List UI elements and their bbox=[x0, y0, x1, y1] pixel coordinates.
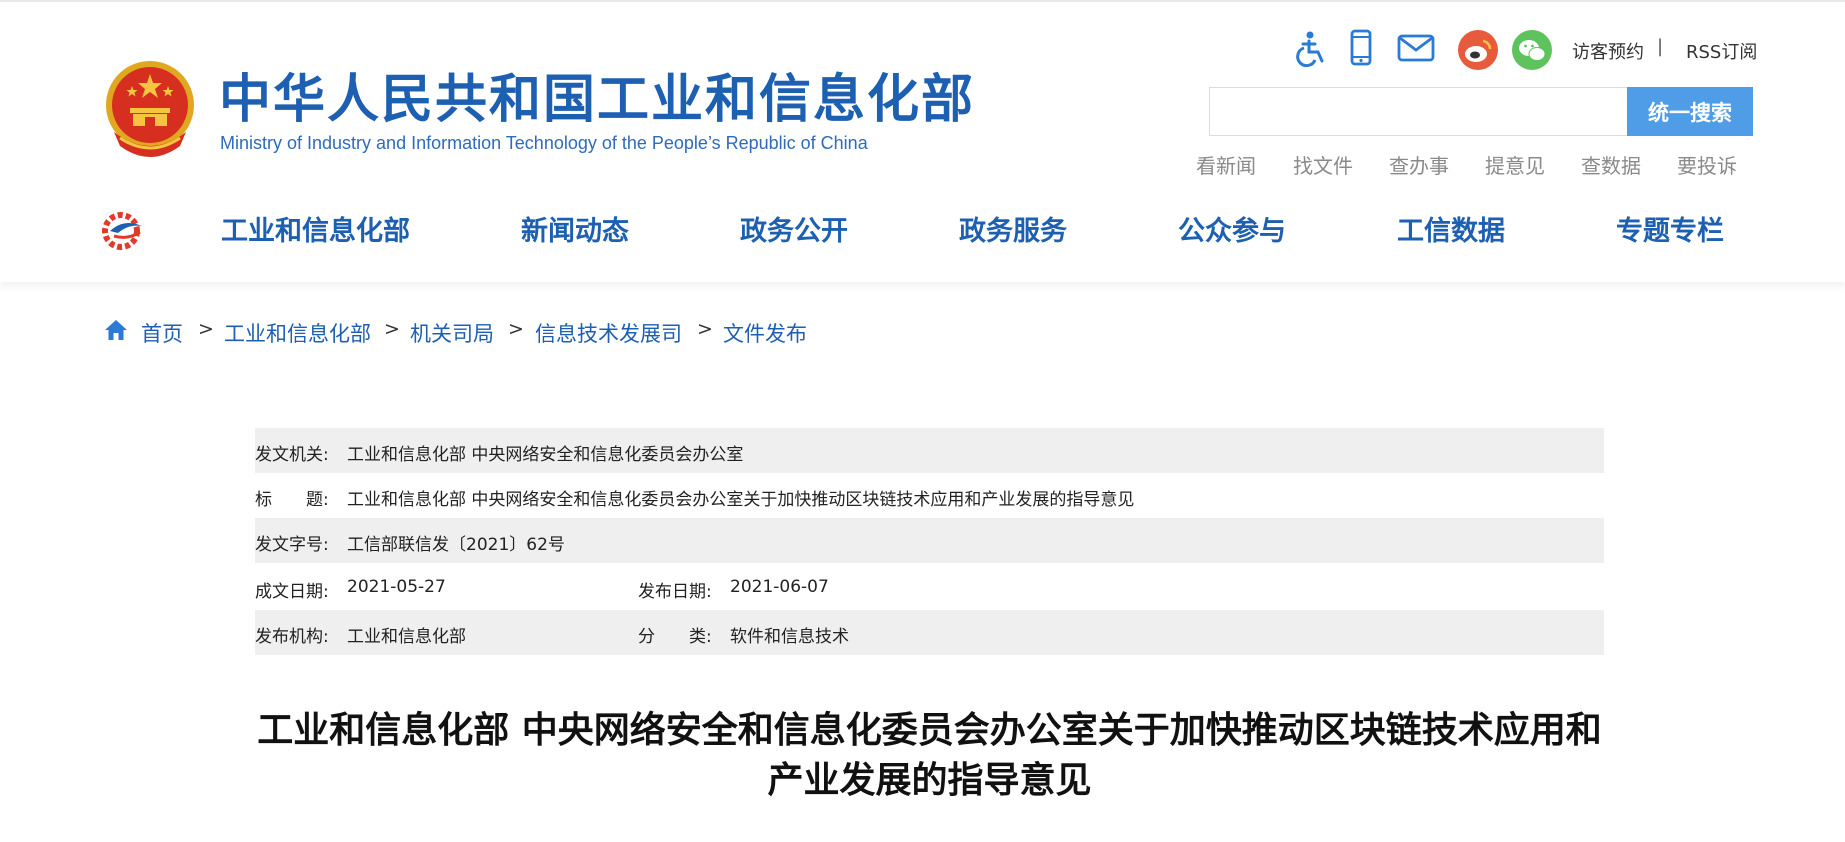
meta-label: 发布日期: bbox=[638, 582, 712, 602]
search-input[interactable] bbox=[1209, 87, 1627, 136]
meta-row-dates: 成文日期: 2021-05-27 发布日期: 2021-06-07 bbox=[255, 565, 1604, 610]
nav-item-services[interactable]: 政务服务 bbox=[959, 215, 1067, 249]
meta-label: 成文日期: bbox=[255, 582, 329, 602]
meta-value-published-date: 2021-06-07 bbox=[730, 577, 829, 597]
meta-label: 分 类: bbox=[638, 627, 712, 647]
ministry-logo-icon[interactable] bbox=[100, 210, 146, 252]
site-subtitle: Ministry of Industry and Information Tec… bbox=[220, 133, 868, 153]
mobile-icon[interactable] bbox=[1343, 28, 1379, 68]
meta-value-doc-number: 工信部联信发〔2021〕62号 bbox=[347, 535, 565, 555]
meta-label: 发布机构: bbox=[255, 627, 329, 647]
meta-row-issuer: 发文机关: 工业和信息化部 中央网络安全和信息化委员会办公室 bbox=[255, 428, 1604, 473]
meta-label: 发文机关: bbox=[255, 445, 329, 465]
document-title: 工业和信息化部 中央网络安全和信息化委员会办公室关于加快推动区块链技术应用和 产… bbox=[255, 706, 1604, 806]
mail-icon[interactable] bbox=[1396, 28, 1436, 68]
meta-row-doc-number: 发文字号: 工信部联信发〔2021〕62号 bbox=[255, 518, 1604, 563]
meta-row-title: 标 题: 工业和信息化部 中央网络安全和信息化委员会办公室关于加快推动区块链技术… bbox=[255, 473, 1604, 518]
quick-link-files[interactable]: 找文件 bbox=[1293, 150, 1353, 179]
breadcrumb-home[interactable]: 首页 bbox=[141, 318, 183, 348]
nav-item-participation[interactable]: 公众参与 bbox=[1178, 215, 1286, 249]
quick-link-complaints[interactable]: 要投诉 bbox=[1677, 150, 1737, 179]
national-emblem-icon[interactable] bbox=[100, 60, 200, 164]
quick-link-news[interactable]: 看新闻 bbox=[1196, 150, 1256, 179]
weibo-icon[interactable] bbox=[1458, 30, 1498, 70]
breadcrumb-separator: > bbox=[508, 318, 524, 340]
site-title[interactable]: 中华人民共和国工业和信息化部 bbox=[219, 72, 975, 128]
search-button[interactable]: 统一搜索 bbox=[1627, 87, 1753, 136]
breadcrumb-separator: > bbox=[697, 318, 713, 340]
meta-value-written-date: 2021-05-27 bbox=[347, 577, 446, 597]
meta-label: 发文字号: bbox=[255, 535, 329, 555]
meta-value-category: 软件和信息技术 bbox=[730, 627, 849, 647]
meta-value-title: 工业和信息化部 中央网络安全和信息化委员会办公室关于加快推动区块链技术应用和产业… bbox=[347, 490, 1135, 510]
nav-item-topics[interactable]: 专题专栏 bbox=[1616, 215, 1724, 249]
visitor-booking-link[interactable]: 访客预约 bbox=[1572, 38, 1644, 64]
nav-item-news[interactable]: 新闻动态 bbox=[521, 215, 629, 249]
site-header: 中华人民共和国工业和信息化部 Ministry of Industry and … bbox=[0, 2, 1845, 282]
document-title-line: 工业和信息化部 中央网络安全和信息化委员会办公室关于加快推动区块链技术应用和 bbox=[257, 710, 1602, 751]
home-icon[interactable] bbox=[104, 319, 128, 341]
breadcrumb-it-department[interactable]: 信息技术发展司 bbox=[535, 318, 682, 348]
meta-value-org: 工业和信息化部 bbox=[347, 627, 466, 647]
breadcrumb-ministry[interactable]: 工业和信息化部 bbox=[224, 318, 371, 348]
breadcrumb-separator: > bbox=[198, 318, 214, 340]
breadcrumb-separator: > bbox=[384, 318, 400, 340]
document-title-line: 产业发展的指导意见 bbox=[767, 760, 1092, 801]
nav-item-government-affairs[interactable]: 政务公开 bbox=[740, 215, 848, 249]
meta-row-org: 发布机构: 工业和信息化部 分 类: 软件和信息技术 bbox=[255, 610, 1604, 655]
accessibility-icon[interactable] bbox=[1293, 28, 1329, 68]
breadcrumb-departments[interactable]: 机关司局 bbox=[410, 318, 494, 348]
util-separator: | bbox=[1657, 36, 1664, 57]
quick-link-opinions[interactable]: 提意见 bbox=[1485, 150, 1545, 179]
rss-link[interactable]: RSS订阅 bbox=[1686, 38, 1757, 64]
breadcrumb-file-release[interactable]: 文件发布 bbox=[723, 318, 807, 348]
quick-link-data[interactable]: 查数据 bbox=[1581, 150, 1641, 179]
meta-value-issuer: 工业和信息化部 中央网络安全和信息化委员会办公室 bbox=[347, 445, 744, 465]
nav-item-ministry[interactable]: 工业和信息化部 bbox=[221, 215, 410, 249]
quick-link-services[interactable]: 查办事 bbox=[1389, 150, 1449, 179]
meta-label: 标 题: bbox=[255, 490, 329, 510]
wechat-icon[interactable] bbox=[1512, 30, 1552, 70]
nav-item-data[interactable]: 工信数据 bbox=[1397, 215, 1505, 249]
